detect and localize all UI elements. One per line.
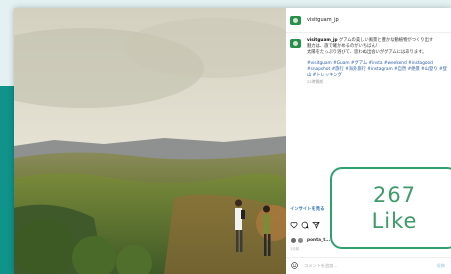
post-comment-button[interactable]: 投稿 [437, 263, 445, 269]
comment-icon[interactable] [301, 221, 309, 229]
smile-icon[interactable] [291, 262, 298, 269]
caption-username[interactable]: visitguam_jp [307, 38, 338, 43]
caption-avatar[interactable] [290, 39, 301, 48]
liker-avatar [297, 237, 304, 244]
view-insights-link[interactable]: インサイトを見る [290, 206, 324, 212]
like-count-bubble: 267 Like [330, 167, 451, 249]
liker-avatar [290, 237, 297, 244]
caption-time-ago: 22時間前 [307, 79, 324, 84]
post-actions [290, 221, 320, 229]
liked-by-row: ponta_t... [290, 237, 330, 244]
comment-bar: コメントを追加... 投稿 [286, 257, 451, 274]
caption-line-2: 魅力は、旅で確かめるのがいちばん！ [307, 44, 381, 49]
post-header: visitguam_jp [290, 12, 339, 28]
caption-text: visitguam_jp グアムの美しい風景と豊かな動植物がつくり出す 魅力は、… [307, 38, 449, 85]
caption-line-1: グアムの美しい風景と豊かな動植物がつくり出す [338, 38, 434, 43]
hashtags[interactable]: #visitguam #Guam #グアム #insta #weekend #i… [307, 61, 449, 79]
liked-by-username[interactable]: ponta_t... [307, 238, 330, 243]
share-icon[interactable] [312, 221, 320, 229]
header-divider [286, 32, 451, 33]
like-label: Like [371, 209, 418, 233]
post-photo [14, 8, 286, 274]
account-avatar[interactable] [290, 15, 301, 25]
caption-line-3: 太陽をたっぷり浴びて、思わぬ出会いがグアムにはあります。 [307, 50, 427, 55]
like-count: 267 [372, 183, 417, 207]
account-username[interactable]: visitguam_jp [307, 17, 339, 23]
post-caption: visitguam_jp グアムの美しい風景と豊かな動植物がつくり出す 魅力は、… [290, 38, 450, 85]
heart-icon[interactable] [290, 221, 298, 229]
post-date: 1日前 [290, 247, 300, 251]
comment-input[interactable]: コメントを追加... [304, 263, 337, 269]
